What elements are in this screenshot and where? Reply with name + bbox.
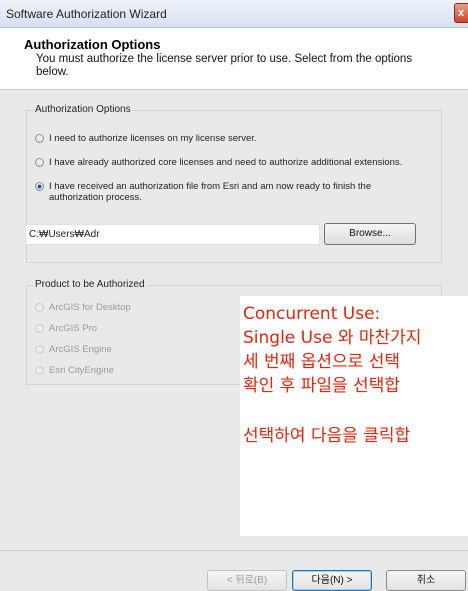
browse-button[interactable]: Browse... xyxy=(324,223,416,245)
product-label: Esri CityEngine xyxy=(49,365,114,376)
authorization-file-path-input[interactable]: C:₩Users₩Adr xyxy=(25,224,320,245)
option-label-continued: authorization process. xyxy=(49,192,142,203)
next-button[interactable]: 다음(N) > xyxy=(292,570,372,591)
annotation-line: Single Use 와 마찬가지 xyxy=(243,328,422,348)
radio-button[interactable] xyxy=(35,158,44,167)
back-button[interactable]: < 뒤로(B) xyxy=(207,570,287,591)
radio-button-disabled xyxy=(35,366,44,375)
annotation-overlay: Concurrent Use: Single Use 와 마찬가지 세 번째 옵… xyxy=(240,296,468,536)
group-legend: Product to be Authorized xyxy=(33,279,147,290)
annotation-line: Concurrent Use: xyxy=(243,304,381,324)
wizard-header: Authorization Options You must authorize… xyxy=(0,28,468,90)
product-label: ArcGIS Engine xyxy=(49,344,112,355)
radio-button-selected[interactable] xyxy=(35,182,44,191)
annotation-line: 세 번째 옵션으로 선택 xyxy=(243,352,400,372)
product-label: ArcGIS Pro xyxy=(49,323,98,334)
page-title: Authorization Options xyxy=(24,37,161,52)
product-label: ArcGIS for Desktop xyxy=(49,302,131,313)
radio-button-disabled xyxy=(35,303,44,312)
footer-divider xyxy=(0,550,468,551)
option-label: I need to authorize licenses on my licen… xyxy=(49,133,257,144)
option-label: I have already authorized core licenses … xyxy=(49,157,403,168)
radio-button[interactable] xyxy=(35,134,44,143)
radio-button-disabled xyxy=(35,345,44,354)
annotation-line: 확인 후 파일을 선택합 xyxy=(243,376,400,396)
option-label: I have received an authorization file fr… xyxy=(49,181,372,192)
page-subtitle: You must authorize the license server pr… xyxy=(36,53,413,78)
group-legend: Authorization Options xyxy=(33,104,133,115)
radio-button-disabled xyxy=(35,324,44,333)
window-title: Software Authorization Wizard xyxy=(6,7,167,21)
cancel-button[interactable]: 취소 xyxy=(386,570,466,591)
close-icon[interactable]: x xyxy=(454,3,468,23)
title-bar: Software Authorization Wizard x xyxy=(0,0,468,28)
annotation-line: 선택하여 다음을 클릭합 xyxy=(243,426,411,446)
